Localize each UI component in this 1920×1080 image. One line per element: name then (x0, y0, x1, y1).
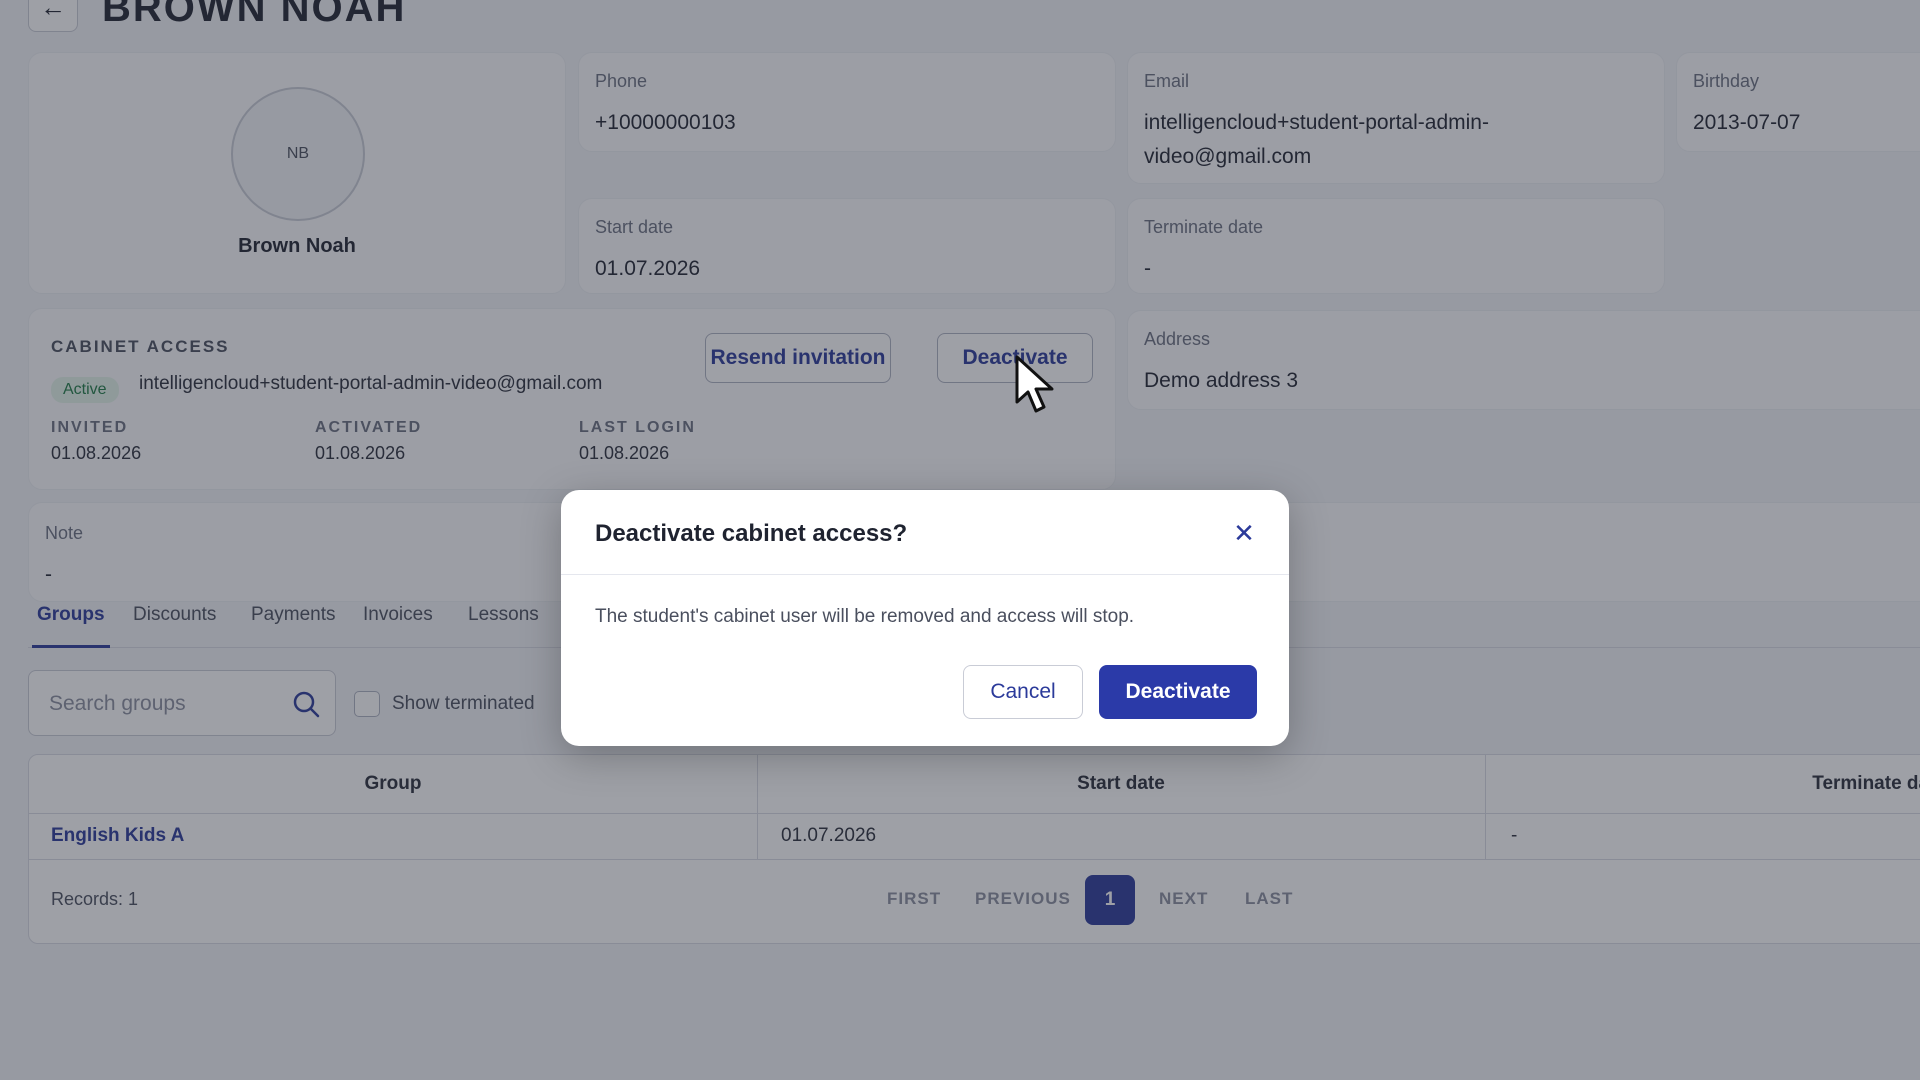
deactivate-dialog: Deactivate cabinet access? ✕ The student… (561, 490, 1289, 746)
close-icon[interactable]: ✕ (1229, 518, 1259, 548)
cancel-button[interactable]: Cancel (963, 665, 1083, 719)
dialog-message: The student's cabinet user will be remov… (595, 606, 1135, 627)
dialog-divider (561, 574, 1289, 575)
confirm-deactivate-button[interactable]: Deactivate (1099, 665, 1257, 719)
mouse-cursor-icon (1015, 355, 1054, 413)
dialog-title: Deactivate cabinet access? (595, 520, 908, 547)
student-detail-page: ← BROWN NOAH NB Brown Noah Phone +100000… (0, 0, 1920, 1080)
